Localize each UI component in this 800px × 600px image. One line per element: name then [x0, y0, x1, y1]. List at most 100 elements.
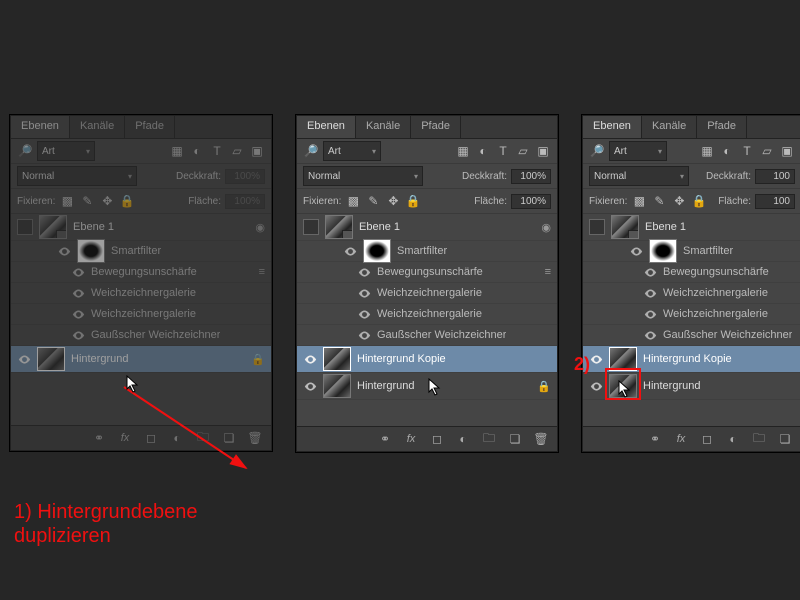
- eye-icon[interactable]: [643, 307, 657, 321]
- delete-layer-icon[interactable]: 🗑: [533, 431, 549, 447]
- adjustment-layer-icon[interactable]: ◐: [169, 430, 185, 446]
- layer-thumbnail[interactable]: [609, 374, 637, 398]
- smartfilter-row[interactable]: Smartfilter: [11, 241, 271, 262]
- layer-row-hintergrund[interactable]: Hintergrund🔒: [297, 373, 557, 400]
- opacity-value[interactable]: 100: [755, 169, 795, 184]
- fill-value[interactable]: 100%: [225, 194, 265, 209]
- layer-thumbnail[interactable]: [323, 374, 351, 398]
- layer-row-hintergrund[interactable]: Hintergrund: [583, 373, 800, 400]
- layer-fx-icon[interactable]: fx: [117, 430, 133, 446]
- filter-row[interactable]: Weichzeichnergalerie: [11, 283, 271, 304]
- add-mask-icon[interactable]: ◻: [143, 430, 159, 446]
- smartfilter-mask-thumb[interactable]: [649, 239, 677, 263]
- layer-thumbnail[interactable]: [325, 215, 353, 239]
- layer-select-checkbox[interactable]: [589, 219, 605, 235]
- eye-icon[interactable]: [71, 328, 85, 342]
- filter-adjust-icon[interactable]: ◐: [189, 143, 205, 159]
- smartfilter-mask-thumb[interactable]: [363, 239, 391, 263]
- filter-shape-icon[interactable]: ▱: [229, 143, 245, 159]
- filter-shape-icon[interactable]: ▱: [515, 143, 531, 159]
- layer-row-hintergrund-kopie[interactable]: Hintergrund Kopie: [583, 346, 800, 373]
- tab-paths[interactable]: Pfade: [125, 116, 175, 138]
- filter-smart-icon[interactable]: ▣: [779, 143, 795, 159]
- filter-shape-icon[interactable]: ▱: [759, 143, 775, 159]
- lock-position-icon[interactable]: ✥: [385, 193, 401, 209]
- filter-row[interactable]: Weichzeichnergalerie: [583, 283, 800, 304]
- layer-row-hintergrund-kopie[interactable]: Hintergrund Kopie: [297, 346, 557, 373]
- delete-layer-icon[interactable]: 🗑: [247, 430, 263, 446]
- filter-type-icon[interactable]: T: [209, 143, 225, 159]
- lock-pixels-icon[interactable]: ✎: [651, 193, 667, 209]
- eye-icon[interactable]: [343, 244, 357, 258]
- layer-row-hintergrund[interactable]: Hintergrund 🔒: [11, 346, 271, 373]
- layer-select-checkbox[interactable]: [303, 219, 319, 235]
- filter-kind-select[interactable]: Art▾: [37, 141, 95, 161]
- layer-row-ebene1[interactable]: Ebene 1: [583, 214, 800, 241]
- fill-value[interactable]: 100%: [511, 194, 551, 209]
- layer-fx-icon[interactable]: fx: [403, 431, 419, 447]
- layer-thumbnail[interactable]: [609, 347, 637, 371]
- filter-options-icon[interactable]: ≡: [545, 266, 551, 278]
- eye-icon[interactable]: [643, 328, 657, 342]
- layer-visibility-toggle[interactable]: ◉: [255, 221, 265, 234]
- lock-position-icon[interactable]: ✥: [99, 193, 115, 209]
- filter-options-icon[interactable]: ≡: [259, 266, 265, 278]
- lock-position-icon[interactable]: ✥: [671, 193, 687, 209]
- filter-adjust-icon[interactable]: ◐: [719, 143, 735, 159]
- eye-icon[interactable]: [643, 265, 657, 279]
- layer-thumbnail[interactable]: [323, 347, 351, 371]
- filter-row[interactable]: Bewegungsunschärfe: [583, 262, 800, 283]
- filter-type-icon[interactable]: T: [739, 143, 755, 159]
- add-mask-icon[interactable]: ◻: [429, 431, 445, 447]
- layer-select-checkbox[interactable]: [17, 219, 33, 235]
- filter-adjust-icon[interactable]: ◐: [475, 143, 491, 159]
- link-layers-icon[interactable]: ⚭: [647, 431, 663, 447]
- layer-name[interactable]: Hintergrund: [71, 353, 128, 365]
- blend-mode-select[interactable]: Normal▾: [17, 166, 137, 186]
- filter-image-icon[interactable]: ▦: [455, 143, 471, 159]
- lock-transparent-icon[interactable]: ▩: [631, 193, 647, 209]
- filter-row[interactable]: Gaußscher Weichzeichner: [297, 325, 557, 346]
- lock-all-icon[interactable]: 🔒: [405, 193, 421, 209]
- lock-transparent-icon[interactable]: ▩: [345, 193, 361, 209]
- layer-thumbnail[interactable]: [611, 215, 639, 239]
- eye-icon[interactable]: [303, 352, 317, 366]
- filter-row[interactable]: Weichzeichnergalerie: [297, 304, 557, 325]
- eye-icon[interactable]: [589, 379, 603, 393]
- blend-mode-select[interactable]: Normal▾: [589, 166, 689, 186]
- layer-thumbnail[interactable]: [37, 347, 65, 371]
- tab-paths[interactable]: Pfade: [411, 116, 461, 138]
- eye-icon[interactable]: [357, 307, 371, 321]
- adjustment-layer-icon[interactable]: ◐: [455, 431, 471, 447]
- layer-row-ebene1[interactable]: Ebene 1 ◉: [11, 214, 271, 241]
- eye-icon[interactable]: [629, 244, 643, 258]
- filter-type-icon[interactable]: T: [495, 143, 511, 159]
- tab-channels[interactable]: Kanäle: [70, 116, 125, 138]
- eye-icon[interactable]: [589, 352, 603, 366]
- add-mask-icon[interactable]: ◻: [699, 431, 715, 447]
- filter-row[interactable]: Gaußscher Weichzeichner: [11, 325, 271, 346]
- filter-image-icon[interactable]: ▦: [169, 143, 185, 159]
- link-layers-icon[interactable]: ⚭: [377, 431, 393, 447]
- eye-icon[interactable]: [643, 286, 657, 300]
- lock-pixels-icon[interactable]: ✎: [365, 193, 381, 209]
- fill-value[interactable]: 100: [755, 194, 795, 209]
- group-icon[interactable]: 🗀: [751, 431, 767, 447]
- new-layer-icon[interactable]: ❏: [777, 431, 793, 447]
- eye-icon[interactable]: [71, 265, 85, 279]
- eye-icon[interactable]: [303, 379, 317, 393]
- link-layers-icon[interactable]: ⚭: [91, 430, 107, 446]
- eye-icon[interactable]: [57, 244, 71, 258]
- smartfilter-row[interactable]: Smartfilter: [297, 241, 557, 262]
- filter-kind-select[interactable]: Art▾: [609, 141, 667, 161]
- lock-all-icon[interactable]: 🔒: [119, 193, 135, 209]
- filter-row[interactable]: Bewegungsunschärfe≡: [297, 262, 557, 283]
- filter-row[interactable]: Bewegungsunschärfe≡: [11, 262, 271, 283]
- lock-transparent-icon[interactable]: ▩: [59, 193, 75, 209]
- adjustment-layer-icon[interactable]: ◐: [725, 431, 741, 447]
- filter-kind-select[interactable]: Art▾: [323, 141, 381, 161]
- eye-icon[interactable]: [71, 286, 85, 300]
- layer-visibility-toggle[interactable]: ◉: [541, 221, 551, 234]
- filter-row[interactable]: Weichzeichnergalerie: [583, 304, 800, 325]
- filter-row[interactable]: Gaußscher Weichzeichner: [583, 325, 800, 346]
